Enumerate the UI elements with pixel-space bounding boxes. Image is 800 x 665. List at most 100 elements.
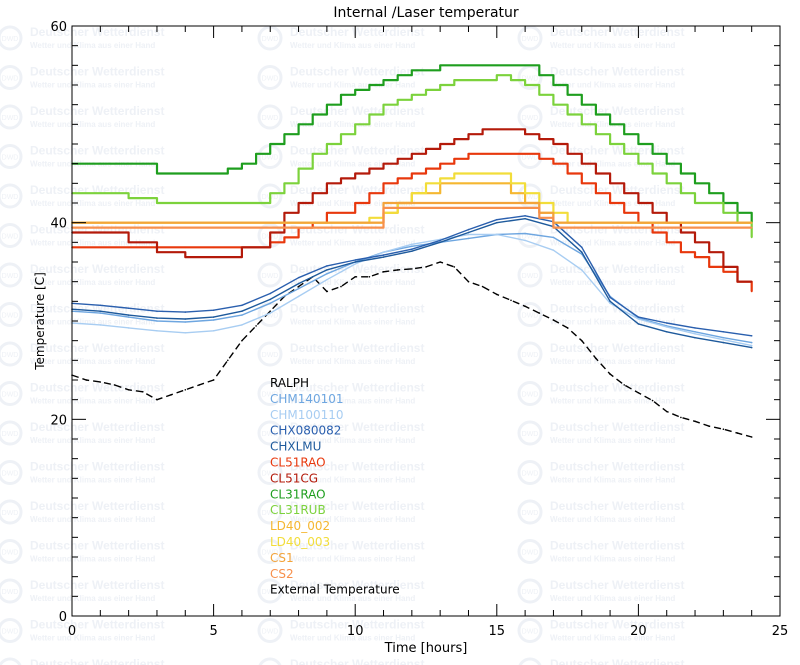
series-point (99, 310, 102, 313)
watermark-tagline: Wetter und Klima aus einer Hand (550, 476, 675, 485)
series-point (326, 269, 328, 271)
series-point (212, 319, 215, 321)
series-point (524, 202, 526, 204)
watermark-tile: Deutscher WetterdienstWetter und Klima a… (257, 341, 424, 367)
legend-entry: CS2 (270, 567, 294, 581)
series-point (326, 290, 328, 293)
series-point (524, 64, 526, 67)
series-point (297, 123, 300, 126)
series-point (637, 202, 640, 204)
series-point (680, 192, 682, 194)
watermark-tile: Deutscher WetterdienstWetter und Klima a… (0, 420, 164, 446)
series-point (665, 241, 668, 244)
watermark-name: Deutscher Wetterdienst (30, 657, 164, 665)
series-point (524, 153, 526, 155)
series-point (581, 269, 583, 271)
series-point (212, 172, 215, 175)
series-point (510, 128, 512, 131)
y-tick-label: 40 (50, 217, 67, 232)
watermark-tile: Deutscher WetterdienstWetter und Klima a… (258, 657, 424, 665)
watermark-tagline: Wetter und Klima aus einer Hand (290, 41, 415, 50)
series-point (269, 143, 272, 145)
series-point (184, 202, 187, 204)
series-point (411, 153, 413, 155)
series-point (708, 266, 710, 268)
series-point (581, 246, 583, 249)
watermark-name: Deutscher Wetterdienst (30, 104, 164, 118)
watermark-name: Deutscher Wetterdienst (290, 341, 424, 355)
series-point (212, 309, 215, 312)
watermark-logo-text: DWD (522, 392, 539, 399)
series-point (113, 384, 116, 386)
series-point (382, 162, 385, 165)
series-point (184, 256, 187, 258)
series-point (467, 231, 470, 234)
watermark-logo-text: DWD (2, 550, 19, 557)
series-point (453, 182, 456, 185)
series-point (368, 84, 371, 86)
series-point (467, 237, 470, 240)
legend-entry: RALPH (270, 376, 309, 390)
series-point (481, 285, 484, 288)
series-point (354, 276, 357, 278)
watermark-tile: Deutscher WetterdienstWetter und Klima a… (257, 25, 424, 51)
watermark-tagline: Wetter und Klima aus einer Hand (290, 555, 415, 564)
series-point (496, 172, 498, 175)
series-point (552, 319, 555, 321)
watermark-logo-text: DWD (262, 36, 279, 43)
x-tick-label: 25 (772, 624, 789, 639)
watermark-logo-text: DWD (2, 313, 19, 320)
series-point (198, 384, 201, 386)
series-point (156, 310, 158, 313)
series-point (552, 103, 555, 106)
watermark-logo-text: DWD (2, 115, 19, 122)
watermark-tile: Deutscher WetterdienstWetter und Klima a… (257, 104, 424, 130)
series-point (595, 357, 597, 360)
series-point (680, 416, 682, 419)
series-point (665, 322, 668, 324)
series-point (481, 79, 484, 81)
series-point (425, 167, 427, 170)
watermark-logo-icon (0, 657, 22, 665)
series-point (227, 359, 229, 362)
series-point (750, 226, 753, 229)
series-point (297, 221, 300, 224)
watermark-tagline: Wetter und Klima aus einer Hand (290, 81, 415, 90)
series-point (538, 94, 541, 96)
series-point (439, 239, 442, 242)
series-point (99, 324, 102, 326)
series-point (524, 232, 526, 235)
series-point (637, 143, 640, 145)
watermark-tile: Deutscher WetterdienstWetter und Klima a… (517, 499, 684, 525)
watermark-tile: Deutscher WetterdienstWetter und Klima a… (517, 460, 684, 485)
series-point (694, 226, 696, 229)
series-point (680, 172, 682, 175)
series-point (637, 162, 640, 165)
series-point (736, 280, 739, 283)
series-point (184, 318, 187, 320)
watermark-tagline: Wetter und Klima aus einer Hand (30, 476, 155, 485)
series-point (496, 202, 498, 204)
series-point (439, 162, 442, 165)
watermark-logo-text: DWD (522, 155, 539, 162)
watermark-logo-text: DWD (522, 510, 539, 517)
watermark-logo-text: DWD (2, 273, 19, 280)
series-point (411, 207, 413, 209)
series-point (496, 182, 498, 185)
series-point (467, 202, 470, 204)
series-point (411, 243, 413, 246)
watermark-logo-text: DWD (2, 510, 19, 517)
watermark-logo-text: DWD (522, 313, 539, 320)
series-point (552, 84, 555, 86)
watermark-tile: Deutscher WetterdienstWetter und Klima a… (0, 104, 164, 130)
series-point (467, 233, 470, 236)
series-point (467, 172, 470, 175)
series-point (581, 182, 583, 185)
series-point (566, 113, 569, 116)
series-point (382, 79, 385, 81)
series-point (524, 305, 526, 308)
series-point (382, 251, 385, 253)
series-point (297, 226, 300, 229)
watermark-tile: Deutscher WetterdienstWetter und Klima a… (0, 499, 164, 525)
series-point (368, 276, 371, 278)
